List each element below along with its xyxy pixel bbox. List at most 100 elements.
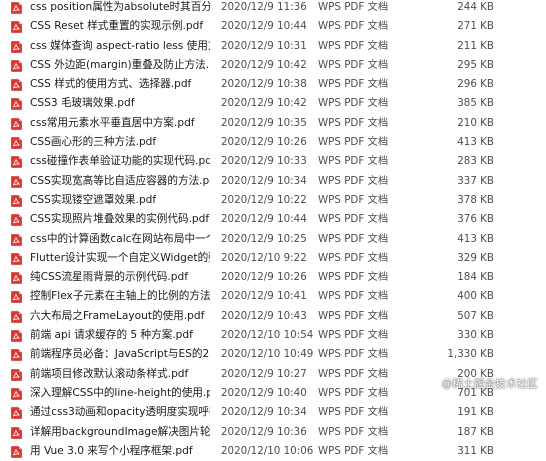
file-row[interactable]: CSS画心形的三种方法.pdf 2020/12/9 10:26 WPS PDF … — [0, 133, 546, 153]
file-row[interactable]: 前端程序员必备：JavaScript与ES的25... 2020/12/10 1… — [0, 345, 546, 364]
file-name: 六大布局之FrameLayout的使用.pdf — [30, 309, 205, 322]
file-row[interactable]: css碰撞作表单验证功能的实现代码.pdf 2020/12/9 10:33 WP… — [0, 152, 546, 171]
file-modified-date: 2020/12/9 10:27 — [221, 367, 307, 380]
file-name: CSS实现照片堆叠效果的实例代码.pdf — [30, 213, 210, 226]
file-row[interactable]: 用 Vue 3.0 来写个小程序框架.pdf 2020/12/10 10:06 … — [0, 441, 546, 461]
pdf-file-icon — [11, 21, 22, 34]
file-size: 210 KB — [457, 116, 494, 129]
file-size: 311 KB — [457, 444, 494, 457]
file-modified-date: 2020/12/9 10:42 — [221, 58, 307, 71]
file-row[interactable]: CSS Reset 样式重置的实现示例.pdf 2020/12/9 10:44 … — [0, 17, 546, 37]
file-modified-date: 2020/12/9 10:26 — [221, 136, 307, 149]
file-row[interactable]: CSS实现照片堆叠效果的实例代码.pdf 2020/12/9 10:44 WPS… — [0, 210, 546, 230]
file-size: 413 KB — [457, 136, 494, 149]
file-type: WPS PDF 文档 — [318, 329, 389, 342]
file-modified-date: 2020/12/9 10:33 — [221, 155, 307, 168]
file-type: WPS PDF 文档 — [318, 406, 389, 419]
pdf-file-icon — [11, 233, 22, 246]
file-type: WPS PDF 文档 — [318, 116, 389, 129]
file-modified-date: 2020/12/9 10:26 — [221, 271, 307, 284]
file-name: css中的计算函数calc在网站布局中一个... — [30, 232, 210, 245]
file-row[interactable]: css 媒体查询 aspect-ratio less 使用方... 2020/1… — [0, 37, 546, 56]
file-type: WPS PDF 文档 — [318, 78, 389, 91]
file-name: 控制Flex子元素在主轴上的比例的方法.pdf — [30, 290, 210, 303]
file-modified-date: 2020/12/9 10:34 — [221, 174, 307, 187]
file-modified-date: 2020/12/9 11:36 — [221, 1, 307, 13]
file-size: 385 KB — [457, 97, 494, 110]
file-name: 用 Vue 3.0 来写个小程序框架.pdf — [30, 444, 193, 457]
pdf-file-icon — [11, 349, 22, 362]
file-row[interactable]: 前端 api 请求缓存的 5 种方案.pdf 2020/12/10 10:54 … — [0, 326, 546, 346]
file-row[interactable]: CSS 外边距(margin)重叠及防止方法.pdf 2020/12/9 10:… — [0, 55, 546, 76]
file-type: WPS PDF 文档 — [318, 232, 389, 245]
file-modified-date: 2020/12/9 10:38 — [221, 78, 307, 91]
file-size: 413 KB — [457, 232, 494, 245]
file-type: WPS PDF 文档 — [318, 251, 389, 264]
file-row[interactable]: 控制Flex子元素在主轴上的比例的方法.pdf 2020/12/9 10:41 … — [0, 287, 546, 307]
file-modified-date: 2020/12/9 10:25 — [221, 232, 307, 245]
file-modified-date: 2020/12/10 9:22 — [221, 251, 307, 264]
file-name: CSS 样式的使用方式、选择器.pdf — [30, 78, 192, 91]
file-type: WPS PDF 文档 — [318, 348, 389, 361]
file-type: WPS PDF 文档 — [318, 39, 389, 52]
file-name: CSS Reset 样式重置的实现示例.pdf — [30, 20, 204, 33]
file-size: 191 KB — [457, 406, 494, 419]
file-size: 376 KB — [457, 213, 494, 226]
file-row[interactable]: css常用元素水平垂直居中方案.pdf 2020/12/9 10:35 WPS … — [0, 114, 546, 133]
file-size: 184 KB — [457, 271, 494, 284]
pdf-file-icon — [11, 60, 22, 72]
pdf-file-icon — [11, 98, 22, 111]
pdf-file-icon — [11, 407, 22, 420]
file-type: WPS PDF 文档 — [318, 271, 389, 284]
file-size: 187 KB — [457, 425, 494, 438]
file-row[interactable]: Flutter设计实现一个自定义Widget的弹... 2020/12/10 9… — [0, 248, 546, 269]
file-name: CSS画心形的三种方法.pdf — [30, 136, 157, 149]
file-name: CSS 外边距(margin)重叠及防止方法.pdf — [30, 58, 210, 71]
file-row[interactable]: CSS实现宽高等比自适应容器的方法.pdf 2020/12/9 10:34 WP… — [0, 171, 546, 191]
file-row[interactable]: 详解用backgroundImage解决图片轮播... 2020/12/9 10… — [0, 423, 546, 442]
pdf-file-icon — [11, 175, 22, 188]
file-name: 通过css3动画和opacity透明度实现呼吸... — [30, 406, 210, 419]
file-name: CSS实现宽高等比自适应容器的方法.pdf — [30, 174, 210, 187]
file-name: 前端程序员必备：JavaScript与ES的25... — [30, 348, 210, 361]
file-name: css碰撞作表单验证功能的实现代码.pdf — [30, 155, 210, 168]
pdf-file-icon — [11, 79, 22, 91]
pdf-file-icon — [11, 291, 22, 304]
file-row[interactable]: css position属性为absolute时其百分值... 2020/12/… — [0, 0, 546, 17]
file-type: WPS PDF 文档 — [318, 136, 389, 149]
file-row[interactable]: 六大布局之FrameLayout的使用.pdf 2020/12/9 10:43 … — [0, 307, 546, 326]
pdf-file-icon — [11, 426, 22, 439]
file-name: 前端 api 请求缓存的 5 种方案.pdf — [30, 329, 193, 342]
pdf-file-icon — [11, 446, 22, 458]
file-row[interactable]: CSS实现镂空遮罩效果.pdf 2020/12/9 10:22 WPS PDF … — [0, 191, 546, 210]
file-row[interactable]: 通过css3动画和opacity透明度实现呼吸... 2020/12/9 10:… — [0, 403, 546, 423]
file-name: 前端项目修改默认滚动条样式.pdf — [30, 367, 189, 380]
file-row[interactable]: CSS3 毛玻璃效果.pdf 2020/12/9 10:42 WPS PDF 文… — [0, 94, 546, 114]
file-type: WPS PDF 文档 — [318, 213, 389, 226]
file-size: 378 KB — [457, 193, 494, 206]
file-type: WPS PDF 文档 — [318, 444, 389, 457]
file-name: css position属性为absolute时其百分值... — [30, 1, 210, 13]
file-modified-date: 2020/12/10 10:06 — [221, 444, 313, 457]
file-size: 296 KB — [457, 78, 494, 91]
file-type: WPS PDF 文档 — [318, 290, 389, 303]
pdf-file-icon — [11, 214, 22, 227]
pdf-file-icon — [11, 253, 22, 265]
file-size: 337 KB — [457, 174, 494, 187]
file-name: CSS3 毛玻璃效果.pdf — [30, 97, 135, 110]
file-name: css 媒体查询 aspect-ratio less 使用方... — [30, 39, 210, 52]
pdf-file-icon — [11, 330, 22, 342]
file-type: WPS PDF 文档 — [318, 1, 389, 13]
file-list: css position属性为absolute时其百分值... 2020/12/… — [0, 0, 546, 461]
file-type: WPS PDF 文档 — [318, 425, 389, 438]
file-row[interactable]: CSS 样式的使用方式、选择器.pdf 2020/12/9 10:38 WPS … — [0, 75, 546, 94]
file-modified-date: 2020/12/9 10:31 — [221, 39, 307, 52]
file-modified-date: 2020/12/9 10:35 — [221, 116, 307, 129]
file-type: WPS PDF 文档 — [318, 193, 389, 206]
file-name: css常用元素水平垂直居中方案.pdf — [30, 116, 195, 129]
file-row[interactable]: 纯CSS流星雨背景的示例代码.pdf 2020/12/9 10:26 WPS P… — [0, 268, 546, 287]
file-type: WPS PDF 文档 — [318, 20, 389, 33]
file-modified-date: 2020/12/9 10:42 — [221, 97, 307, 110]
file-modified-date: 2020/12/10 10:49 — [221, 348, 313, 361]
file-row[interactable]: css中的计算函数calc在网站布局中一个... 2020/12/9 10:25… — [0, 230, 546, 249]
